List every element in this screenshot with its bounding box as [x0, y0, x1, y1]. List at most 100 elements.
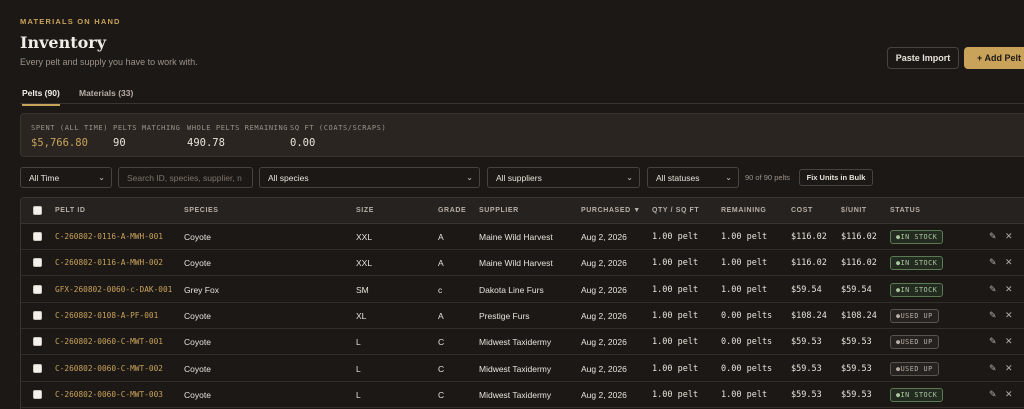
pencil-icon[interactable]: ✎ [989, 336, 997, 347]
stat-value: 90 [113, 137, 126, 149]
pelt-id-link[interactable]: C-260802-0108-A-PF-001 [55, 311, 158, 320]
close-icon[interactable]: ✕ [1005, 310, 1013, 321]
supplier-filter-select[interactable]: All suppliers ⌄ [487, 167, 640, 188]
status-text: USED UP [900, 311, 933, 320]
col-qty[interactable]: QTY / SQ FT [652, 207, 699, 214]
tab-materials[interactable]: Materials (33) [79, 88, 133, 104]
status-filter-value: All statuses [656, 172, 700, 183]
close-icon[interactable]: ✕ [1005, 363, 1013, 374]
row-checkbox[interactable] [33, 310, 42, 320]
page-title: Inventory [20, 33, 107, 52]
size-cell: XL [356, 310, 367, 321]
stat-label: SQ FT (COATS/SCRAPS) [290, 124, 387, 132]
pencil-icon[interactable]: ✎ [989, 389, 997, 400]
close-icon[interactable]: ✕ [1005, 231, 1013, 242]
species-cell: Coyote [184, 310, 211, 321]
supplier-filter-value: All suppliers [496, 172, 542, 183]
status-text: USED UP [900, 338, 933, 347]
col-purchased[interactable]: PURCHASED ▼ [581, 207, 641, 214]
remaining-cell: 0.00 pelts [721, 310, 773, 321]
unit-cost-cell: $59.53 [841, 389, 872, 400]
row-checkbox[interactable] [33, 232, 42, 241]
select-all-checkbox[interactable] [33, 206, 42, 215]
purchased-cell: Aug 2, 2026 [581, 310, 627, 321]
col-grade[interactable]: GRADE [438, 207, 466, 214]
pelt-id-link[interactable]: C-260802-0060-C-MWT-002 [55, 364, 163, 373]
table-row[interactable]: C-260802-0060-C-MWT-003 Coyote L C Midwest T… [21, 382, 1024, 408]
row-checkbox[interactable] [33, 389, 42, 399]
qty-cell: 1.00 pelt [652, 284, 699, 295]
cost-cell: $116.02 [791, 258, 827, 269]
stat-value: $5,766.80 [31, 137, 88, 149]
pencil-icon[interactable]: ✎ [989, 284, 997, 295]
fix-units-button[interactable]: Fix Units in Bulk [799, 169, 873, 186]
remaining-cell: 1.00 pelt [721, 389, 768, 400]
status-badge: ● IN STOCK [890, 256, 944, 271]
species-filter-select[interactable]: All species ⌄ [259, 167, 480, 188]
table-row[interactable]: C-260802-0116-A-MWH-002 Coyote XXL A Maine W… [21, 250, 1024, 277]
col-remaining[interactable]: REMAINING [721, 207, 766, 214]
stats-panel: SPENT (ALL TIME) $5,766.80 PELTS MATCHIN… [20, 113, 1024, 157]
status-text: IN STOCK [900, 233, 938, 241]
col-pelt-id[interactable]: PELT ID [55, 207, 86, 214]
close-icon[interactable]: ✕ [1005, 336, 1013, 347]
species-cell: Coyote [184, 389, 211, 400]
add-pelt-button[interactable]: + Add Pelt [964, 47, 1024, 69]
purchased-cell: Aug 2, 2026 [581, 337, 627, 348]
purchased-cell: Aug 2, 2026 [581, 258, 627, 269]
grade-cell: C [438, 363, 445, 374]
pelt-id-link[interactable]: C-260802-0116-A-MWH-002 [55, 258, 163, 267]
remaining-cell: 1.00 pelt [721, 284, 768, 295]
stat-label: SPENT (ALL TIME) [31, 124, 109, 132]
status-filter-select[interactable]: All statuses ⌄ [647, 167, 739, 188]
col-cost[interactable]: COST [791, 207, 813, 214]
row-checkbox[interactable] [33, 337, 42, 347]
row-checkbox[interactable] [33, 363, 42, 373]
search-input[interactable]: Search ID, species, supplier, n [118, 167, 253, 188]
supplier-cell: Dakota Line Furs [479, 284, 544, 295]
pencil-icon[interactable]: ✎ [989, 310, 997, 321]
search-placeholder: Search ID, species, supplier, n [127, 172, 242, 183]
cost-cell: $108.24 [791, 310, 827, 321]
purchased-cell: Aug 2, 2026 [581, 232, 627, 242]
stat-sq-ft: SQ FT (COATS/SCRAPS) 0.00 [290, 124, 386, 149]
pencil-icon[interactable]: ✎ [989, 257, 997, 268]
row-checkbox[interactable] [33, 284, 42, 294]
close-icon[interactable]: ✕ [1005, 284, 1013, 295]
close-icon[interactable]: ✕ [1005, 257, 1013, 268]
stat-label: WHOLE PELTS REMAINING [187, 124, 289, 132]
pelt-id-link[interactable]: GFX-260802-0060-c-DAK-001 [55, 285, 172, 294]
size-cell: XXL [356, 232, 373, 242]
col-size[interactable]: SIZE [356, 207, 374, 214]
col-species[interactable]: SPECIES [184, 207, 219, 214]
table-row[interactable]: C-260802-0116-A-MWH-001 Coyote XXL A Maine W… [21, 224, 1024, 250]
tab-pelts[interactable]: Pelts (90) [22, 88, 60, 106]
pelt-id-link[interactable]: C-260802-0116-A-MWH-001 [55, 232, 163, 241]
status-badge: ● USED UP [890, 361, 939, 376]
grade-cell: C [438, 337, 445, 348]
close-icon[interactable]: ✕ [1005, 389, 1013, 400]
purchased-cell: Aug 2, 2026 [581, 284, 627, 295]
chevron-down-icon: ⌄ [466, 173, 473, 182]
pelt-id-link[interactable]: C-260802-0060-C-MWT-003 [55, 390, 163, 399]
table-row[interactable]: GFX-260802-0060-c-DAK-001 Grey Fox SM c Dako… [21, 277, 1024, 303]
species-cell: Coyote [184, 258, 211, 269]
table-row[interactable]: C-260802-0060-C-MWT-002 Coyote L C Midwest T… [21, 356, 1024, 382]
time-filter-select[interactable]: All Time ⌄ [20, 167, 112, 188]
stat-value: 0.00 [290, 137, 316, 149]
pencil-icon[interactable]: ✎ [989, 363, 997, 374]
col-status[interactable]: STATUS [890, 207, 921, 214]
row-checkbox[interactable] [33, 258, 42, 268]
chevron-down-icon: ⌄ [626, 173, 633, 182]
stat-value: 490.78 [187, 137, 225, 149]
pelt-id-link[interactable]: C-260802-0060-C-MWT-001 [55, 337, 163, 346]
table-row[interactable]: C-260802-0060-C-MWT-001 Coyote L C Midwest T… [21, 329, 1024, 356]
col-unit-cost[interactable]: $/UNIT [841, 207, 867, 214]
table-row[interactable]: C-260802-0108-A-PF-001 Coyote XL A Prestige … [21, 303, 1024, 329]
paste-import-button[interactable]: Paste Import [887, 47, 959, 69]
supplier-cell: Midwest Taxidermy [479, 337, 552, 348]
col-supplier[interactable]: SUPPLIER [479, 207, 519, 214]
status-badge: ● IN STOCK [890, 230, 944, 244]
pencil-icon[interactable]: ✎ [989, 231, 997, 242]
table-header: PELT ID SPECIES SIZE GRADE SUPPLIER PURC… [21, 198, 1024, 224]
